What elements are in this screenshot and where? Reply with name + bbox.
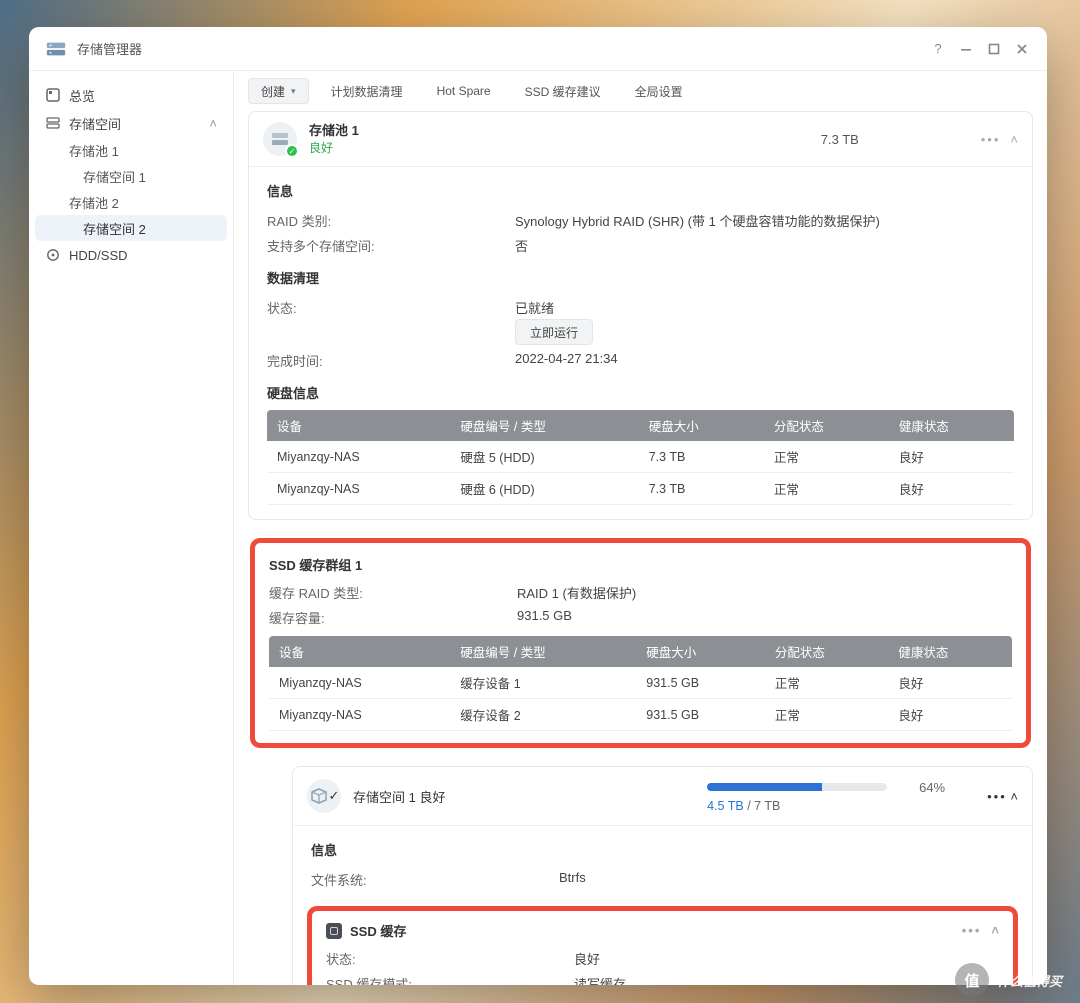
volume-card: ✓ 存储空间 1 良好 64% xyxy=(292,766,1033,985)
sidebar-label: 总览 xyxy=(69,86,95,105)
sidebar-label: HDD/SSD xyxy=(69,248,128,263)
pool-info-section: 信息 RAID 类别:Synology Hybrid RAID (SHR) (带… xyxy=(249,166,1032,519)
watermark-icon: 值 xyxy=(955,963,989,997)
overview-icon xyxy=(45,87,61,103)
hot-spare-button[interactable]: Hot Spare xyxy=(425,78,503,104)
sidebar-label: 存储空间 xyxy=(69,114,121,133)
pool-title: 存储池 1 xyxy=(309,122,359,140)
ssd-cache-title: SSD 缓存 xyxy=(350,921,406,940)
sidebar-item-hdd-ssd[interactable]: HDD/SSD xyxy=(35,241,227,269)
toolbar: 创建▾ 计划数据清理 Hot Spare SSD 缓存建议 全局设置 xyxy=(234,71,1047,111)
sidebar-item-pool2[interactable]: 存储池 2 xyxy=(35,189,227,215)
run-now-button[interactable]: 立即运行 xyxy=(515,319,593,345)
volume-usage-bar xyxy=(707,783,887,791)
table-row[interactable]: Miyanzqy-NAS硬盘 6 (HDD)7.3 TB正常良好 xyxy=(267,473,1014,505)
sidebar: 总览 存储空间 ˄ 存储池 1 存储空间 1 存储池 2 存储空间 2 HDD/… xyxy=(29,71,233,985)
volume-usage-pct: 64% xyxy=(901,780,945,795)
sidebar-item-pool1[interactable]: 存储池 1 xyxy=(35,137,227,163)
disk-icon xyxy=(45,247,61,263)
volume-title: 存储空间 1 xyxy=(353,790,416,805)
sidebar-item-volume2[interactable]: 存储空间 2 xyxy=(35,215,227,241)
ssd-cache-group-highlight: SSD 缓存群组 1 缓存 RAID 类型:RAID 1 (有数据保护) 缓存容… xyxy=(250,538,1031,748)
volume-more-button[interactable]: ••• xyxy=(987,789,1007,804)
ssd-group-title: SSD 缓存群组 1 xyxy=(269,555,1012,574)
collapse-icon[interactable]: ˄ xyxy=(991,923,999,938)
pool-icon: ✓ xyxy=(263,122,297,156)
section-heading: 数据清理 xyxy=(267,268,1014,287)
titlebar: 存储管理器 ? xyxy=(29,27,1047,71)
minimize-button[interactable] xyxy=(955,38,977,60)
window-title: 存储管理器 xyxy=(77,39,142,58)
sidebar-item-storage[interactable]: 存储空间 ˄ xyxy=(35,109,227,137)
pool-status: 良好 xyxy=(309,140,359,156)
app-icon xyxy=(45,38,67,60)
volume-info-section: 信息 文件系统:Btrfs xyxy=(293,825,1032,906)
volume-icon: ✓ xyxy=(307,779,341,813)
global-settings-button[interactable]: 全局设置 xyxy=(623,78,695,104)
chevron-up-icon: ˄ xyxy=(209,116,217,131)
status-ok-icon: ✓ xyxy=(329,788,340,804)
ssd-advice-button[interactable]: SSD 缓存建议 xyxy=(513,78,613,104)
storage-icon xyxy=(45,115,61,131)
disk-table: 设备 硬盘编号 / 类型 硬盘大小 分配状态 健康状态 Miyanzqy-NAS… xyxy=(267,410,1014,505)
section-heading: 信息 xyxy=(311,840,1014,859)
ssd-cache-panel: SSD 缓存 ••• ˄ 状态:良好 SSD 缓存模式:读写缓存 固定所有 Bt… xyxy=(307,906,1018,985)
maximize-button[interactable] xyxy=(983,38,1005,60)
storage-pool-card: ✓ 存储池 1 良好 7.3 TB ••• ˄ xyxy=(248,111,1033,520)
table-row[interactable]: Miyanzqy-NAS缓存设备 1931.5 GB正常良好 xyxy=(269,667,1012,699)
section-heading: 硬盘信息 xyxy=(267,383,1014,402)
ssd-cache-more-button[interactable]: ••• xyxy=(962,923,982,938)
create-button[interactable]: 创建▾ xyxy=(248,78,309,104)
main-scroll[interactable]: ✓ 存储池 1 良好 7.3 TB ••• ˄ xyxy=(234,111,1047,985)
volume-usage-text: 4.5 TB / 7 TB xyxy=(707,799,967,813)
table-row[interactable]: Miyanzqy-NAS硬盘 5 (HDD)7.3 TB正常良好 xyxy=(267,441,1014,473)
ssd-group-table: 设备 硬盘编号 / 类型 硬盘大小 分配状态 健康状态 Miyanzqy-NAS… xyxy=(269,636,1012,731)
status-ok-icon: ✓ xyxy=(285,144,299,158)
storage-manager-window: 存储管理器 ? 总览 存储空间 ˄ 存储池 1 存储空间 1 存储池 2 存储空… xyxy=(29,27,1047,985)
caret-down-icon: ▾ xyxy=(291,86,296,97)
ssd-icon xyxy=(326,923,342,939)
sidebar-item-overview[interactable]: 总览 xyxy=(35,81,227,109)
watermark: 值 什么值得买 xyxy=(955,963,1062,997)
pool-more-button[interactable]: ••• xyxy=(981,132,1001,147)
scrub-schedule-button[interactable]: 计划数据清理 xyxy=(319,78,415,104)
section-heading: 信息 xyxy=(267,181,1014,200)
table-row[interactable]: Miyanzqy-NAS缓存设备 2931.5 GB正常良好 xyxy=(269,699,1012,731)
help-button[interactable]: ? xyxy=(927,38,949,60)
sidebar-item-volume1[interactable]: 存储空间 1 xyxy=(35,163,227,189)
volume-status: 良好 xyxy=(419,790,445,805)
collapse-icon[interactable]: ˄ xyxy=(1010,132,1018,147)
close-button[interactable] xyxy=(1011,38,1033,60)
collapse-icon[interactable]: ˄ xyxy=(1010,789,1018,804)
pool-capacity: 7.3 TB xyxy=(821,132,859,147)
